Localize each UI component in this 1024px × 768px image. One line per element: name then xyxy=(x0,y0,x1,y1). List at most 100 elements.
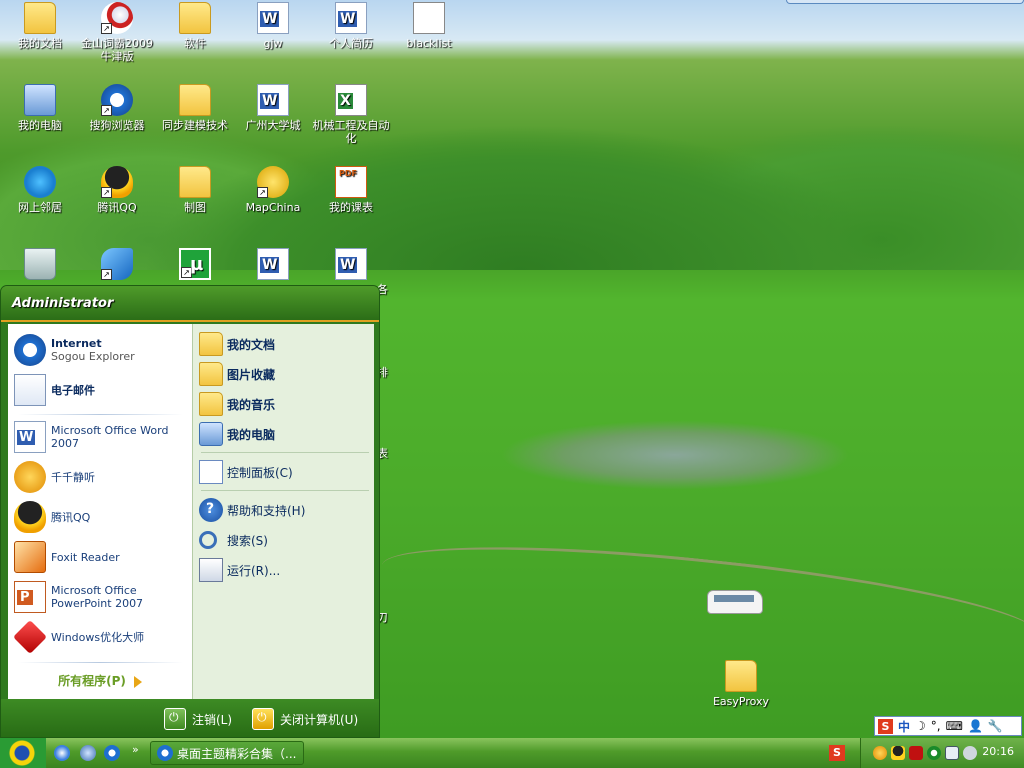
volume-tray-icon[interactable] xyxy=(963,746,977,760)
security-tray-icon[interactable] xyxy=(927,746,941,760)
recent-qq[interactable]: 腾讯QQ xyxy=(14,499,190,535)
separator xyxy=(201,490,369,491)
help-label: 帮助和支持(H) xyxy=(227,503,306,518)
desktop-icon-qq[interactable]: 腾讯QQ xyxy=(77,166,157,214)
shutdown-label: 关闭计算机(U) xyxy=(280,712,359,727)
top-window-edge xyxy=(786,0,1024,4)
recent-ttplayer[interactable]: 千千静听 xyxy=(14,459,190,495)
desktop-icon-easyproxy[interactable]: EasyProxy xyxy=(701,660,781,708)
run-item[interactable]: 运行(R)... xyxy=(199,556,280,584)
recent-windows-optimizer[interactable]: Windows优化大师 xyxy=(13,619,190,655)
network-quicklaunch-icon[interactable] xyxy=(80,745,96,761)
ime-mode-toggle[interactable]: 中 xyxy=(898,718,910,735)
wallpaper-van xyxy=(707,590,763,614)
place-my-computer[interactable]: 我的电脑 xyxy=(199,420,275,448)
sogou-ime-logo[interactable]: S xyxy=(878,718,893,734)
network-icon xyxy=(24,166,56,198)
desktop-icon-doc-a[interactable] xyxy=(233,248,313,283)
desktop-icon-recycle-bin[interactable] xyxy=(0,248,80,283)
place-my-documents[interactable]: 我的文档 xyxy=(199,330,275,358)
desktop-icon-my-computer[interactable]: 我的电脑 xyxy=(0,84,80,132)
logoff-button[interactable]: 注销(L) xyxy=(164,708,232,730)
desktop-icon-gjw[interactable]: gjw xyxy=(233,2,313,50)
recent-word-2007[interactable]: Microsoft Office Word 2007 xyxy=(14,419,190,455)
shortcut-arrow-icon xyxy=(101,187,112,198)
folder-icon xyxy=(179,84,211,116)
my-pictures-icon xyxy=(199,362,223,386)
desktop-icon-utorrent[interactable] xyxy=(155,248,235,283)
taskbar-window-button[interactable]: 桌面主题精彩合集（... xyxy=(150,741,304,765)
my-documents-icon xyxy=(199,332,223,356)
desktop-icon-label: EasyProxy xyxy=(712,695,770,708)
desktop-icon-sync-modeling[interactable]: 同步建模技术 xyxy=(155,84,235,132)
punctuation-toggle[interactable]: °, xyxy=(931,719,941,733)
desktop-icon-doc-b[interactable] xyxy=(311,248,391,283)
start-menu-programs-pane: InternetSogou Explorer 电子邮件 Microsoft Of… xyxy=(8,324,192,699)
shortcut-arrow-icon xyxy=(101,105,112,116)
ati-tray-icon[interactable] xyxy=(909,746,923,760)
recent-powerpoint-2007[interactable]: Microsoft Office PowerPoint 2007 xyxy=(14,579,190,615)
soft-keyboard-icon[interactable]: ⌨ xyxy=(946,719,963,733)
powerpoint-icon xyxy=(14,581,46,613)
ttplayer-tray-icon[interactable] xyxy=(873,746,887,760)
desktop-icon-resume[interactable]: 个人简历 xyxy=(311,2,391,50)
pinned-internet[interactable]: Internet Sogou Explorer xyxy=(14,332,190,368)
qq-icon xyxy=(101,166,133,198)
pinned-email[interactable]: 电子邮件 xyxy=(14,372,190,408)
user-name: Administrator xyxy=(12,296,114,311)
tools-icon[interactable]: 🔧 xyxy=(988,719,1003,733)
ime-toolbar[interactable]: S 中 ☽ °, ⌨ 👤 🔧 xyxy=(874,716,1022,736)
sogou-ime-tray-icon[interactable]: S xyxy=(829,745,845,761)
run-icon xyxy=(199,558,223,582)
desktop-icon-label: blacklist xyxy=(406,37,452,50)
qq-tray-icon[interactable] xyxy=(891,746,905,760)
user-icon[interactable]: 👤 xyxy=(968,719,983,733)
folder-icon xyxy=(179,2,211,34)
desktop-icon-bird[interactable] xyxy=(77,248,157,283)
quicklaunch-more-button[interactable]: » xyxy=(132,743,139,756)
search-label: 搜索(S) xyxy=(227,533,268,548)
start-button[interactable] xyxy=(0,738,46,768)
computer-icon xyxy=(199,422,223,446)
shortcut-arrow-icon xyxy=(257,187,268,198)
my-music-icon xyxy=(199,392,223,416)
desktop-icon-mapchina[interactable]: MapChina xyxy=(233,166,313,214)
desktop-icon-drawing[interactable]: 制图 xyxy=(155,166,235,214)
excel-file-icon xyxy=(335,84,367,116)
control-panel-item[interactable]: 控制面板(C) xyxy=(199,458,293,486)
bmp-file-icon xyxy=(257,84,289,116)
help-support-item[interactable]: 帮助和支持(H) xyxy=(199,496,305,524)
folder-icon xyxy=(725,660,757,692)
recent-label: Microsoft Office PowerPoint 2007 xyxy=(51,584,144,610)
desktop-icon-label: 机械工程及自动化 xyxy=(312,119,390,145)
desktop-icon-software[interactable]: 软件 xyxy=(155,2,235,50)
sogou-icon xyxy=(101,84,133,116)
sogou-quicklaunch-icon[interactable] xyxy=(104,745,120,761)
place-my-music[interactable]: 我的音乐 xyxy=(199,390,275,418)
desktop-icon-mech-eng[interactable]: 机械工程及自动化 xyxy=(311,84,391,145)
place-my-pictures[interactable]: 图片收藏 xyxy=(199,360,275,388)
utorrent-icon xyxy=(179,248,211,280)
email-icon xyxy=(14,374,46,406)
shield-tray-icon[interactable] xyxy=(945,746,959,760)
recent-foxit[interactable]: Foxit Reader xyxy=(14,539,190,575)
desktop-icon-schedule[interactable]: 我的课表 xyxy=(311,166,391,214)
search-item[interactable]: 搜索(S) xyxy=(199,526,268,554)
desktop-icon-network[interactable]: 网上邻居 xyxy=(0,166,80,214)
place-label: 我的电脑 xyxy=(227,427,276,442)
recent-label: 腾讯QQ xyxy=(51,510,91,524)
shortcut-arrow-icon xyxy=(181,267,192,278)
desktop-icon-sogou[interactable]: 搜狗浏览器 xyxy=(77,84,157,132)
ie-quicklaunch-icon[interactable] xyxy=(54,745,70,761)
desktop-icon-label: 制图 xyxy=(184,201,206,214)
desktop-icon-guangzhou[interactable]: 广州大学城 xyxy=(233,84,313,132)
all-programs-button[interactable]: 所有程序(P) xyxy=(8,672,192,689)
desktop-icon-blacklist[interactable]: blacklist xyxy=(389,2,469,50)
desktop-icon-my-documents[interactable]: 我的文档 xyxy=(0,2,80,50)
desktop-icon-kingsoft[interactable]: 金山词霸2009牛津版 xyxy=(77,2,157,63)
control-panel-icon xyxy=(199,460,223,484)
shutdown-button[interactable]: 关闭计算机(U) xyxy=(252,708,358,730)
clock[interactable]: 20:16 xyxy=(982,745,1014,758)
text-file-icon xyxy=(413,2,445,34)
fullwidth-toggle[interactable]: ☽ xyxy=(915,719,926,733)
